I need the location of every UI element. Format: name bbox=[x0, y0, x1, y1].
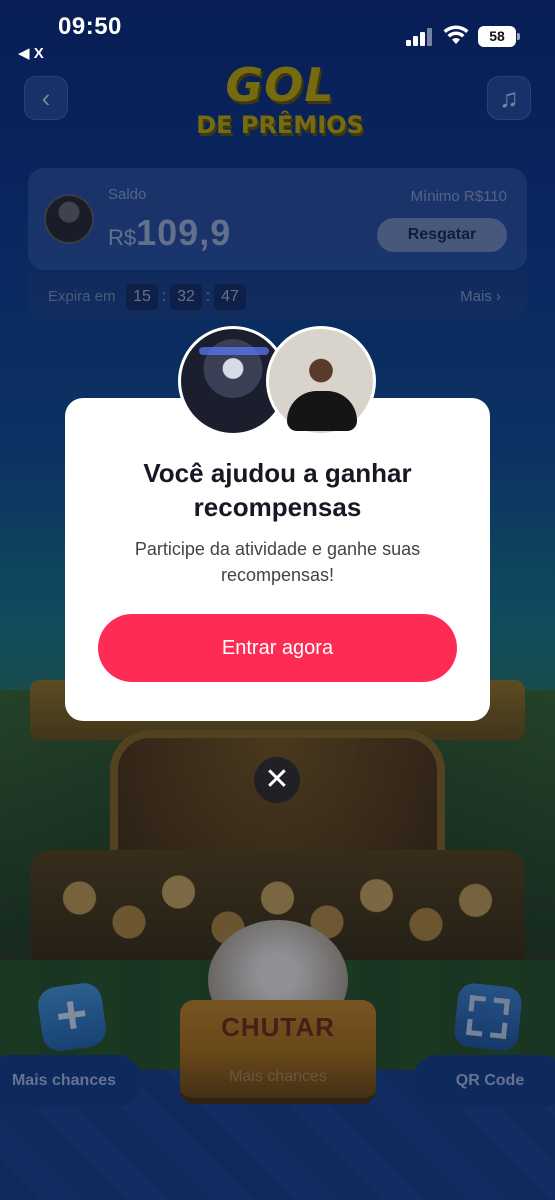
avatar bbox=[266, 326, 376, 436]
battery-indicator: 58 bbox=[478, 26, 520, 47]
modal-subtitle: Participe da atividade e ganhe suas reco… bbox=[134, 539, 421, 585]
back-to-app-link[interactable]: ◀ X bbox=[18, 44, 44, 62]
close-icon[interactable]: ✕ bbox=[254, 757, 300, 803]
modal-title: Você ajudou a ganhar recompensas bbox=[143, 458, 412, 522]
wifi-icon bbox=[443, 25, 469, 44]
cellular-signal-icon bbox=[406, 28, 432, 46]
reward-modal: Você ajudou a ganhar recompensas Partici… bbox=[65, 398, 490, 721]
avatar-decoration bbox=[287, 391, 357, 431]
status-time: 09:50 bbox=[58, 13, 122, 40]
enter-now-button[interactable]: Entrar agora bbox=[98, 614, 457, 682]
status-bar: 09:50 ◀ X 58 bbox=[0, 0, 555, 70]
avatar-decoration bbox=[199, 347, 269, 355]
